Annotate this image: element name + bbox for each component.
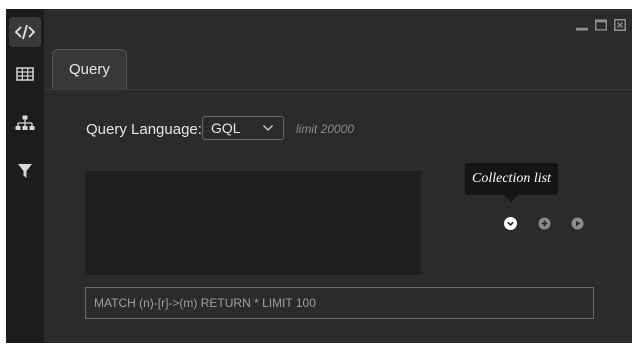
sidebar <box>6 9 44 343</box>
chevron-down-icon <box>263 125 273 131</box>
app-window: Query Query Language: GQL limit 20000 Co… <box>6 9 632 343</box>
query-language-value: GQL <box>211 120 241 136</box>
filter-icon <box>18 164 32 178</box>
plus-circle-icon[interactable] <box>538 217 551 230</box>
tab-bar: Query <box>44 9 632 90</box>
query-editor[interactable] <box>85 171 421 275</box>
limit-text: limit 20000 <box>296 122 355 136</box>
query-language-select[interactable]: GQL <box>202 116 284 140</box>
tooltip-arrow <box>504 195 518 202</box>
play-circle-icon[interactable] <box>571 217 584 230</box>
table-icon <box>16 67 34 81</box>
sidebar-item-table[interactable] <box>9 59 41 89</box>
sidebar-item-hierarchy[interactable] <box>9 108 41 138</box>
chevron-down-circle-icon[interactable] <box>504 217 517 230</box>
tab-query[interactable]: Query <box>52 49 127 89</box>
query-input[interactable] <box>85 287 594 319</box>
hierarchy-icon <box>15 115 35 130</box>
sidebar-item-code[interactable] <box>9 17 41 47</box>
sidebar-item-filter[interactable] <box>9 156 41 186</box>
collection-list-tooltip: Collection list <box>465 163 558 195</box>
code-icon <box>15 24 35 40</box>
query-language-label: Query Language: <box>86 121 202 138</box>
